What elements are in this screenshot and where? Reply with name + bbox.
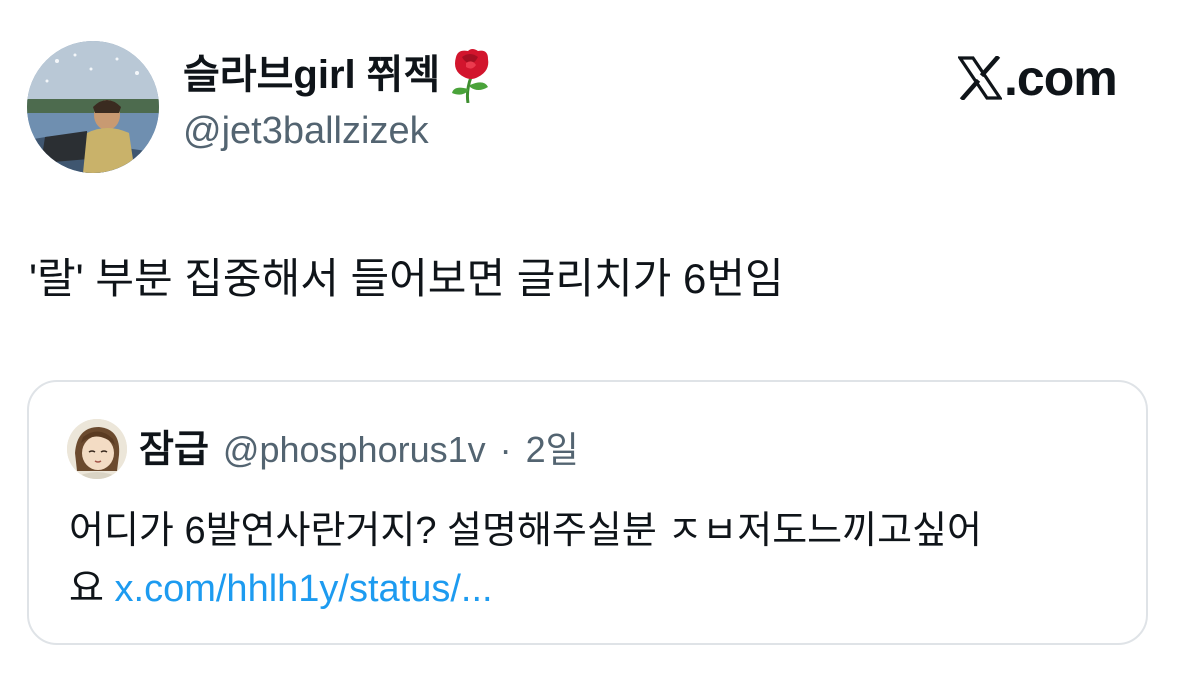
tweet-text: '랄' 부분 집중해서 들어보면 글리치가 6번임 [29, 255, 784, 302]
author-avatar[interactable] [27, 41, 159, 173]
quote-text-line-2: 요 x.com/hhlh1y/status/... [69, 560, 1129, 618]
quote-text-line-2-text: 요 [69, 568, 104, 610]
brand-logo[interactable]: .com [956, 50, 1118, 106]
quote-author-handle[interactable]: @phosphorus1v [223, 427, 486, 473]
quote-timestamp[interactable]: 2일 [526, 427, 579, 473]
quote-text-line-1: 어디가 6발연사란거지? 설명해주실분 ㅈㅂ저도느끼고싶어 [69, 510, 982, 552]
author-name-text: 슬라브girl 쮜젝 [183, 53, 441, 97]
author-avatar-image [27, 41, 159, 173]
quoted-tweet-card[interactable]: 잠급 @phosphorus1v · 2일 어디가 6발연사란거지? 설명해주실… [27, 380, 1148, 645]
quote-link[interactable]: x.com/hhlh1y/status/... [115, 568, 493, 610]
brand-domain-text: .com [1004, 50, 1118, 106]
rose-icon [446, 47, 496, 104]
quote-body: 어디가 6발연사란거지? 설명해주실분 ㅈㅂ저도느끼고싶어 요 x.com/hh… [69, 502, 1129, 618]
quote-avatar-image [67, 419, 127, 479]
author-handle[interactable]: @jet3ballzizek [183, 107, 429, 155]
author-display-name[interactable]: 슬라브girl 쮜젝 [183, 47, 496, 104]
quote-author-name[interactable]: 잠급 [139, 427, 209, 473]
quote-author-avatar[interactable] [67, 419, 127, 479]
quote-separator: · [499, 429, 512, 470]
quote-header: 잠급 @phosphorus1v · 2일 [139, 427, 579, 473]
x-logo-icon [956, 54, 1004, 102]
